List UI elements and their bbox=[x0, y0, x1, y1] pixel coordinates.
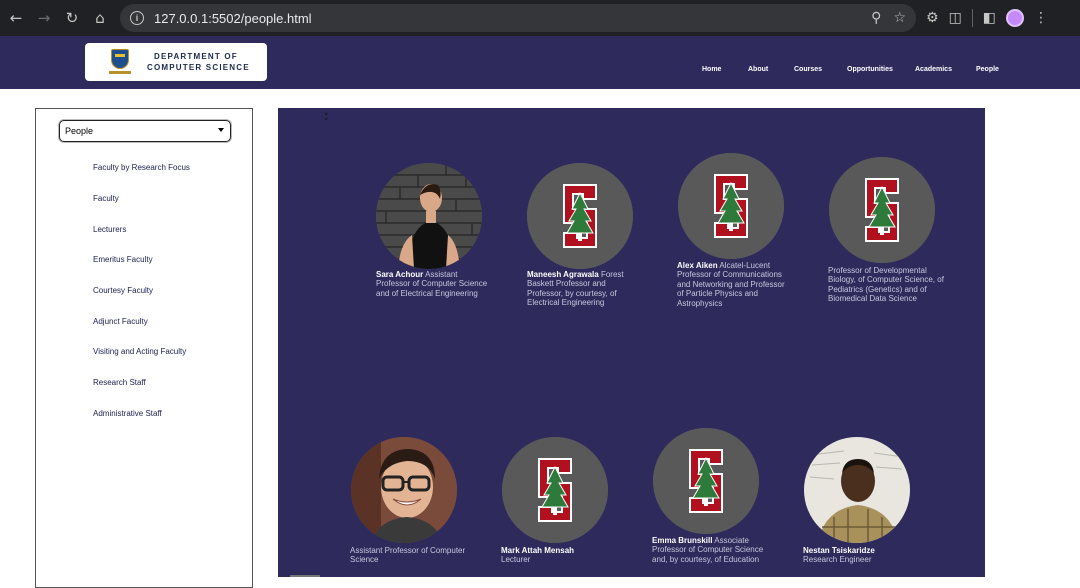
people-grid: ˅ ˅ Sara Achour Assistant Professor of C… bbox=[278, 108, 985, 577]
person-title: Lecturer bbox=[501, 555, 531, 565]
person-caption: Emma Brunskill Associate Professor of Co… bbox=[652, 536, 768, 564]
sidebar-item-lecturers[interactable]: Lecturers bbox=[93, 225, 126, 234]
side-panel-icon[interactable]: ◧ bbox=[983, 10, 996, 26]
extension-gear-icon[interactable]: ⚙ bbox=[926, 10, 939, 26]
category-select-value: People bbox=[65, 126, 94, 136]
stanford-logo-icon bbox=[502, 437, 608, 543]
home-icon[interactable]: ⌂ bbox=[86, 4, 114, 32]
person-name[interactable]: Sara Achour bbox=[376, 270, 423, 279]
person-photo[interactable] bbox=[653, 428, 759, 534]
person-photo[interactable] bbox=[829, 157, 935, 263]
person-title: Research Engineer bbox=[803, 555, 872, 565]
profile-avatar[interactable] bbox=[1006, 9, 1025, 27]
nav-academics[interactable]: Academics bbox=[915, 66, 952, 73]
person-title: Professor of Developmental Biology, of C… bbox=[828, 266, 944, 304]
top-navigation: Home About Courses Opportunities Academi… bbox=[0, 36, 1080, 89]
sidebar: People Faculty by Research Focus Faculty… bbox=[35, 108, 253, 588]
extensions-puzzle-icon[interactable]: ◫ bbox=[949, 10, 962, 26]
stanford-logo-icon bbox=[829, 157, 935, 263]
sidebar-item-faculty[interactable]: Faculty bbox=[93, 194, 119, 203]
site-info-icon[interactable]: i bbox=[130, 11, 144, 25]
stanford-logo-icon bbox=[527, 163, 633, 269]
person-name[interactable]: Nestan Tsiskaridze bbox=[803, 546, 875, 555]
person-photo[interactable] bbox=[376, 163, 482, 269]
person-photo[interactable] bbox=[678, 153, 784, 259]
person-caption: Mark Attah Mensah Lecturer bbox=[501, 546, 617, 565]
sidebar-item-visiting-and-acting-faculty[interactable]: Visiting and Acting Faculty bbox=[93, 347, 186, 356]
sidebar-item-faculty-by-research-focus[interactable]: Faculty by Research Focus bbox=[93, 163, 190, 172]
sidebar-item-administrative-staff[interactable]: Administrative Staff bbox=[93, 409, 162, 418]
person-name[interactable]: Maneesh Agrawala bbox=[527, 270, 599, 279]
reload-icon[interactable]: ↻ bbox=[58, 4, 86, 32]
person-caption: Assistant Professor of Computer Science bbox=[350, 546, 466, 565]
person-name[interactable]: Mark Attah Mensah bbox=[501, 546, 574, 555]
double-chevron-down-icon[interactable]: ˅ ˅ bbox=[324, 114, 329, 128]
stanford-logo-icon bbox=[653, 428, 759, 534]
more-menu-icon[interactable]: ⋮ bbox=[1034, 10, 1048, 26]
back-icon[interactable]: ← bbox=[2, 4, 30, 32]
nav-people[interactable]: People bbox=[976, 66, 999, 73]
address-bar[interactable]: i 127.0.0.1:5502/people.html ⚲ ☆ bbox=[120, 4, 916, 32]
zoom-icon[interactable]: ⚲ bbox=[871, 10, 881, 26]
forward-icon[interactable]: → bbox=[30, 4, 58, 32]
nav-opportunities[interactable]: Opportunities bbox=[847, 66, 893, 73]
person-name[interactable]: Alex Aiken bbox=[677, 261, 718, 270]
person-caption: Professor of Developmental Biology, of C… bbox=[828, 266, 944, 304]
stanford-logo-icon bbox=[678, 153, 784, 259]
sidebar-item-courtesy-faculty[interactable]: Courtesy Faculty bbox=[93, 286, 153, 295]
person-photo[interactable] bbox=[502, 437, 608, 543]
person-caption: Maneesh Agrawala Forest Baskett Professo… bbox=[527, 270, 643, 308]
nav-about[interactable]: About bbox=[748, 66, 768, 73]
person-photo[interactable] bbox=[527, 163, 633, 269]
nav-courses[interactable]: Courses bbox=[794, 66, 822, 73]
person-title: Assistant Professor of Computer Science bbox=[350, 546, 466, 565]
nav-home[interactable]: Home bbox=[702, 66, 721, 73]
browser-toolbar: ← → ↻ ⌂ i 127.0.0.1:5502/people.html ⚲ ☆… bbox=[0, 0, 1080, 36]
person-caption: Nestan Tsiskaridze Research Engineer bbox=[803, 546, 919, 565]
sidebar-item-research-staff[interactable]: Research Staff bbox=[93, 378, 146, 387]
sidebar-item-adjunct-faculty[interactable]: Adjunct Faculty bbox=[93, 317, 148, 326]
category-select[interactable]: People bbox=[59, 120, 231, 142]
sidebar-item-emeritus-faculty[interactable]: Emeritus Faculty bbox=[93, 255, 153, 264]
person-caption: Sara Achour Assistant Professor of Compu… bbox=[376, 270, 492, 298]
toolbar-divider bbox=[971, 9, 973, 27]
site-header: DEPARTMENT OF COMPUTER SCIENCE Home Abou… bbox=[0, 36, 1080, 89]
chevron-down-icon bbox=[218, 128, 224, 132]
person-photo[interactable] bbox=[804, 437, 910, 543]
person-photo[interactable] bbox=[351, 437, 457, 543]
bookmark-star-icon[interactable]: ☆ bbox=[893, 10, 906, 26]
person-name[interactable]: Emma Brunskill bbox=[652, 536, 712, 545]
url-text[interactable]: 127.0.0.1:5502/people.html bbox=[154, 11, 312, 26]
person-caption: Alex Aiken Alcatel-Lucent Professor of C… bbox=[677, 261, 793, 308]
